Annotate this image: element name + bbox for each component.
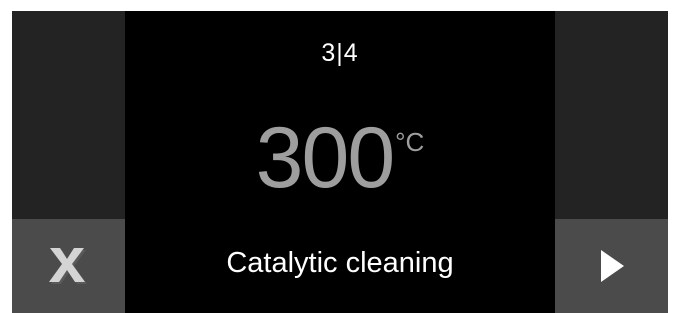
left-panel [12,11,125,313]
temperature-readout: 300°C [125,115,555,201]
left-panel-blank [12,11,125,219]
cancel-button[interactable] [12,219,125,313]
main-info-area: 3|4 300°C Catalytic cleaning [125,11,555,313]
oven-display: 3|4 300°C Catalytic cleaning [12,11,668,313]
program-name: Catalytic cleaning [226,247,454,279]
right-panel-blank [555,11,668,219]
play-arrow-icon [600,250,624,282]
right-panel [555,11,668,313]
close-icon [48,248,87,284]
next-button[interactable] [555,219,668,313]
temperature-value: 300 [255,110,395,206]
temperature-unit: °C [395,127,425,157]
step-indicator: 3|4 [321,39,359,67]
